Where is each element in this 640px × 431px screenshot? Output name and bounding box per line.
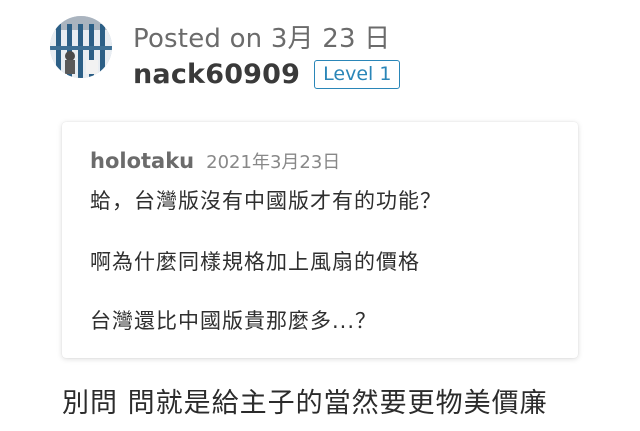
posted-date: Posted on 3月 23 日 bbox=[133, 24, 391, 54]
user-avatar-icon[interactable] bbox=[50, 16, 112, 78]
username-link[interactable]: nack60909 bbox=[133, 59, 300, 90]
forum-post: Posted on 3月 23 日 nack60909 Level 1 holo… bbox=[0, 0, 640, 431]
quote-block: holotaku 2021年3月23日 蛤，台灣版沒有中國版才有的功能？ 啊為什… bbox=[62, 122, 578, 358]
quote-line: 啊為什麼同樣規格加上風扇的價格 bbox=[90, 250, 420, 274]
level-badge: Level 1 bbox=[314, 59, 401, 89]
quote-date: 2021年3月23日 bbox=[206, 152, 341, 173]
quote-author[interactable]: holotaku bbox=[90, 149, 194, 173]
avatar-image bbox=[50, 16, 112, 78]
quote-line: 台灣還比中國版貴那麼多...？ bbox=[90, 309, 378, 333]
quote-header: holotaku 2021年3月23日 bbox=[90, 148, 340, 174]
author-row: nack60909 Level 1 bbox=[133, 56, 401, 92]
quote-line: 蛤，台灣版沒有中國版才有的功能？ bbox=[90, 189, 442, 213]
reply-body: 別問 問就是給主子的當然要更物美價廉 bbox=[62, 388, 548, 419]
